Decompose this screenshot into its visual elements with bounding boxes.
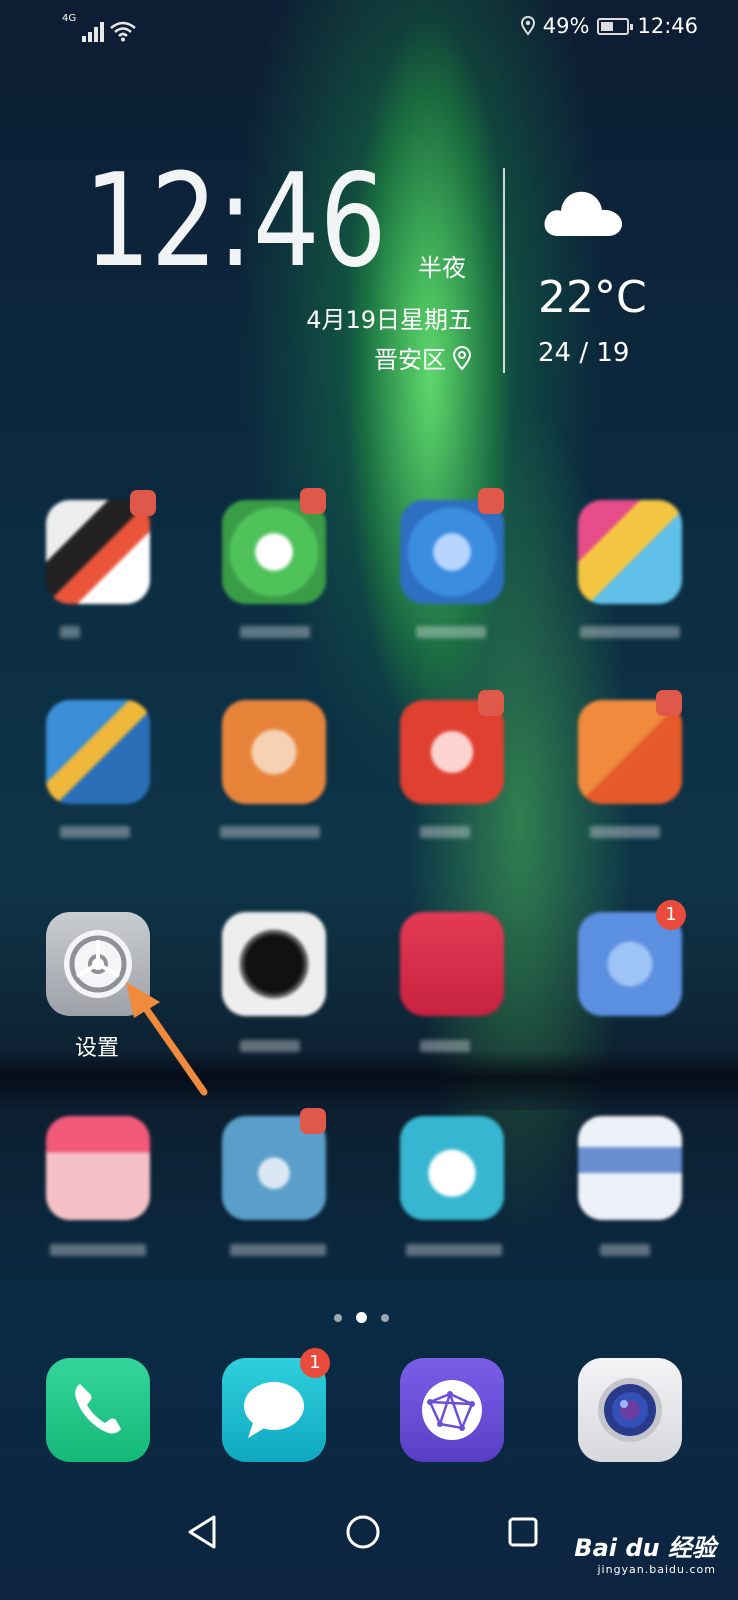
notification-badge: 1 [656,900,686,930]
messages-badge: 1 [300,1348,330,1378]
app-label-obscured [50,1244,146,1256]
recents-icon[interactable] [507,1516,539,1548]
app-icon-obscured[interactable] [222,500,326,604]
app-icon-obscured[interactable] [578,1116,682,1220]
notification-badge [478,690,504,716]
status-right: 49% 12:46 [520,14,698,38]
baidu-watermark: Bai du 经验 jingyan.baidu.com [574,1528,716,1576]
location-pin-icon [452,345,472,371]
cloud-icon[interactable] [540,178,626,238]
page-dot-active [356,1312,367,1323]
app-label-obscured [240,1040,300,1052]
camera-icon [598,1378,662,1442]
status-time: 12:46 [637,14,698,38]
app-label-obscured [406,1244,502,1256]
app-label-obscured [230,1244,326,1256]
location-label: 晋安区 [374,346,446,374]
location-icon [520,16,535,36]
clock-date: 4月19日星期五 [306,306,472,334]
wifi-icon [110,21,136,42]
browser-icon [422,1380,482,1440]
app-icon-obscured[interactable] [400,500,504,604]
app-label-obscured [60,826,130,838]
app-label-obscured [580,626,680,638]
app-icon-obscured[interactable] [400,1116,504,1220]
app-label-obscured [220,826,320,838]
app-icon-obscured[interactable] [400,912,504,1016]
app-icon-obscured[interactable] [578,500,682,604]
page-dot [381,1313,389,1322]
camera-app[interactable] [578,1358,682,1462]
browser-app[interactable] [400,1358,504,1462]
status-left: 4G [62,14,136,42]
status-bar: 4G 49% 12:46 [0,0,738,56]
network-type: 4G [62,13,77,24]
pointer-arrow [126,982,208,1096]
page-indicator[interactable] [334,1312,389,1323]
notification-badge [130,490,156,516]
app-icon-obscured[interactable] [222,700,326,804]
notification-badge [656,690,682,716]
signal-icon [82,20,105,42]
battery-percent: 49% [542,14,590,38]
back-icon[interactable] [186,1514,218,1550]
notification-badge [300,1108,326,1134]
notification-badge [478,488,504,514]
clock-time[interactable]: 12:46 [84,158,386,286]
widget-divider [503,168,505,373]
watermark-url: jingyan.baidu.com [597,1563,716,1576]
battery-icon [597,17,634,35]
clock-location: 晋安区 [374,340,472,375]
clock-period: 半夜 [418,254,466,282]
app-label-obscured [416,626,486,638]
weather-range: 24 / 19 [538,338,630,368]
notification-badge [300,488,326,514]
weather-temperature[interactable]: 22°C [538,272,647,323]
watermark-brand: Bai du 经验 [574,1534,716,1562]
app-label-obscured [590,826,660,838]
home-screen: 4G 49% 12:46 12:46 半夜 4月19日星期五 晋安区 22°C … [0,0,738,1600]
app-label-obscured [240,626,310,638]
phone-app[interactable] [46,1358,150,1462]
app-icon-obscured[interactable] [222,912,326,1016]
phone-icon [75,1384,121,1434]
app-icon-obscured[interactable] [46,700,150,804]
app-icon-obscured[interactable] [46,1116,150,1220]
app-label-obscured [420,1040,470,1052]
app-label-obscured [600,1244,650,1256]
home-icon[interactable] [345,1514,381,1550]
page-dot [334,1313,342,1322]
app-label-obscured [60,626,80,638]
app-label-obscured [420,826,470,838]
